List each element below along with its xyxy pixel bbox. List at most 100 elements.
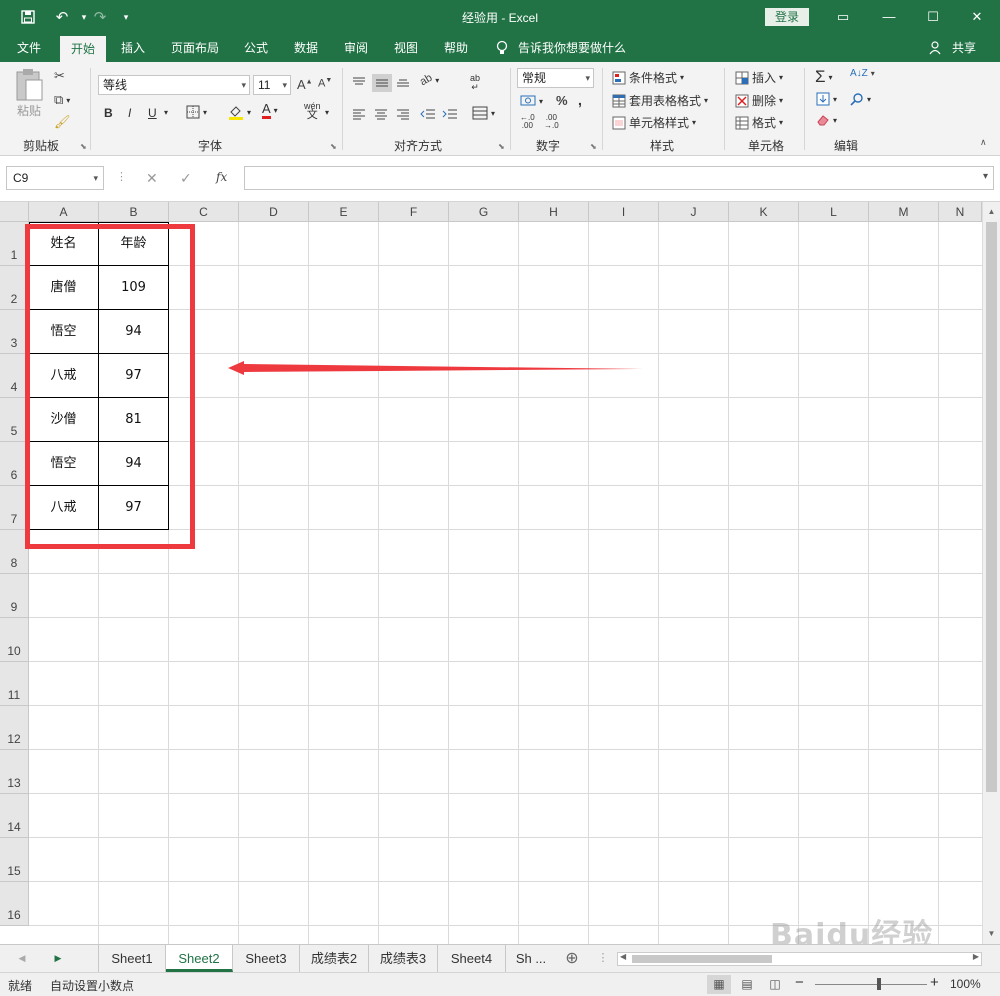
- sheet-tab-4[interactable]: 成绩表2: [300, 945, 369, 972]
- horizontal-scroll-thumb[interactable]: [632, 955, 772, 963]
- underline-button[interactable]: U: [148, 106, 157, 120]
- zoom-slider[interactable]: [815, 984, 927, 985]
- row-header[interactable]: 12: [0, 706, 29, 750]
- tab-formulas[interactable]: 公式: [236, 34, 276, 62]
- number-launcher-icon[interactable]: ⬊: [590, 142, 597, 151]
- select-all-corner[interactable]: [0, 202, 29, 222]
- tell-me-search[interactable]: 告诉我你想要做什么: [518, 34, 630, 62]
- align-right-icon[interactable]: [396, 108, 410, 120]
- copy-icon[interactable]: ⧉ ▾: [54, 92, 70, 108]
- tab-home[interactable]: 开始: [60, 36, 106, 62]
- align-top-icon[interactable]: [352, 76, 366, 88]
- sheet-tab-more[interactable]: Sh ...: [506, 945, 556, 972]
- merge-center-icon[interactable]: ▾: [472, 106, 495, 120]
- decrease-decimal-icon[interactable]: .00 →.0: [544, 114, 559, 130]
- align-center-icon[interactable]: [374, 108, 388, 120]
- name-box[interactable]: C9 ▾: [6, 166, 104, 190]
- align-left-icon[interactable]: [352, 108, 366, 120]
- borders-icon[interactable]: ▾: [186, 105, 207, 119]
- scroll-left-icon[interactable]: ◀: [620, 952, 626, 961]
- sheet-tab-3[interactable]: Sheet3: [233, 945, 300, 972]
- decrease-indent-icon[interactable]: [420, 108, 436, 120]
- italic-button[interactable]: I: [128, 106, 131, 120]
- format-painter-icon[interactable]: 🖌: [54, 114, 71, 130]
- tab-view[interactable]: 视图: [386, 34, 426, 62]
- orientation-icon[interactable]: ab ▾: [418, 72, 439, 89]
- find-select-icon[interactable]: ▾: [850, 92, 871, 106]
- number-format-select[interactable]: 常规 ▾: [517, 68, 594, 88]
- paste-button[interactable]: 粘贴: [14, 68, 44, 119]
- increase-indent-icon[interactable]: [442, 108, 458, 120]
- maximize-icon[interactable]: ☐: [910, 0, 956, 34]
- column-header[interactable]: N: [939, 202, 982, 222]
- underline-dropdown-icon[interactable]: ▾: [164, 108, 168, 117]
- confirm-entry-icon[interactable]: ✓: [180, 170, 192, 187]
- fill-color-icon[interactable]: ▾: [228, 104, 251, 120]
- phonetic-dropdown-icon[interactable]: ▾: [325, 108, 329, 117]
- column-header[interactable]: H: [519, 202, 589, 222]
- alignment-launcher-icon[interactable]: ⬊: [498, 142, 505, 151]
- column-header[interactable]: M: [869, 202, 939, 222]
- row-header[interactable]: 10: [0, 618, 29, 662]
- sheet-tab-5[interactable]: 成绩表3: [369, 945, 438, 972]
- cut-icon[interactable]: ✂: [54, 68, 65, 84]
- sheet-tab-6[interactable]: Sheet4: [438, 945, 506, 972]
- column-header[interactable]: G: [449, 202, 519, 222]
- tab-data[interactable]: 数据: [286, 34, 326, 62]
- fill-icon[interactable]: ▾: [816, 92, 837, 106]
- column-header[interactable]: J: [659, 202, 729, 222]
- tab-review[interactable]: 审阅: [336, 34, 376, 62]
- decrease-font-icon[interactable]: A▼: [318, 77, 332, 90]
- zoom-out-icon[interactable]: −: [795, 974, 804, 991]
- align-middle-icon[interactable]: [372, 74, 392, 92]
- minimize-icon[interactable]: —: [866, 0, 912, 34]
- column-header[interactable]: E: [309, 202, 379, 222]
- vertical-scroll-thumb[interactable]: [986, 222, 997, 792]
- wrap-text-icon[interactable]: ab ↵: [470, 74, 480, 92]
- font-color-icon[interactable]: A ▾: [262, 102, 278, 119]
- row-header[interactable]: 9: [0, 574, 29, 618]
- column-header[interactable]: D: [239, 202, 309, 222]
- column-header[interactable]: F: [379, 202, 449, 222]
- cell-styles-button[interactable]: 单元格样式 ▾: [612, 114, 696, 131]
- tab-help[interactable]: 帮助: [436, 34, 476, 62]
- increase-font-icon[interactable]: A▲: [297, 77, 313, 92]
- add-sheet-icon[interactable]: ⊕: [560, 945, 584, 972]
- phonetic-icon[interactable]: wén 文: [304, 102, 321, 121]
- zoom-in-icon[interactable]: +: [930, 974, 939, 991]
- column-header[interactable]: L: [799, 202, 869, 222]
- page-layout-view-icon[interactable]: ▤: [735, 975, 759, 994]
- bold-button[interactable]: B: [104, 106, 113, 120]
- horizontal-scrollbar[interactable]: ◀ ▶: [617, 952, 982, 966]
- row-header[interactable]: 13: [0, 750, 29, 794]
- split-grip-icon[interactable]: ⋮: [596, 945, 610, 972]
- row-header[interactable]: 11: [0, 662, 29, 706]
- formula-input[interactable]: ▾: [244, 166, 994, 190]
- scroll-down-icon[interactable]: ▼: [983, 926, 1000, 942]
- delete-cells-button[interactable]: 删除 ▾: [735, 92, 783, 109]
- clear-icon[interactable]: ▾: [816, 114, 837, 126]
- tab-page-layout[interactable]: 页面布局: [164, 34, 226, 62]
- format-as-table-button[interactable]: 套用表格格式 ▾: [612, 92, 708, 109]
- tab-file[interactable]: 文件: [8, 34, 50, 62]
- accounting-format-icon[interactable]: ▾: [520, 94, 543, 108]
- page-break-view-icon[interactable]: ◫: [763, 975, 787, 994]
- zoom-level[interactable]: 100%: [950, 977, 981, 991]
- tab-insert[interactable]: 插入: [114, 34, 152, 62]
- scroll-right-icon[interactable]: ▶: [973, 952, 979, 961]
- normal-view-icon[interactable]: ▦: [707, 975, 731, 994]
- row-header[interactable]: 15: [0, 838, 29, 882]
- column-header[interactable]: A: [29, 202, 99, 222]
- sheet-tab-2[interactable]: Sheet2: [166, 945, 233, 972]
- ribbon-display-options-icon[interactable]: ▭: [820, 0, 866, 34]
- font-size-select[interactable]: 11 ▾: [253, 75, 291, 95]
- column-header[interactable]: K: [729, 202, 799, 222]
- insert-cells-button[interactable]: 插入 ▾: [735, 69, 783, 86]
- column-header[interactable]: B: [99, 202, 169, 222]
- font-name-select[interactable]: 等线 ▾: [98, 75, 250, 95]
- zoom-slider-knob[interactable]: [877, 978, 881, 990]
- scroll-sheets-left-icon[interactable]: ◀: [0, 945, 44, 972]
- percent-button[interactable]: %: [556, 93, 568, 108]
- comma-style-icon[interactable]: ,: [578, 92, 582, 108]
- column-header[interactable]: I: [589, 202, 659, 222]
